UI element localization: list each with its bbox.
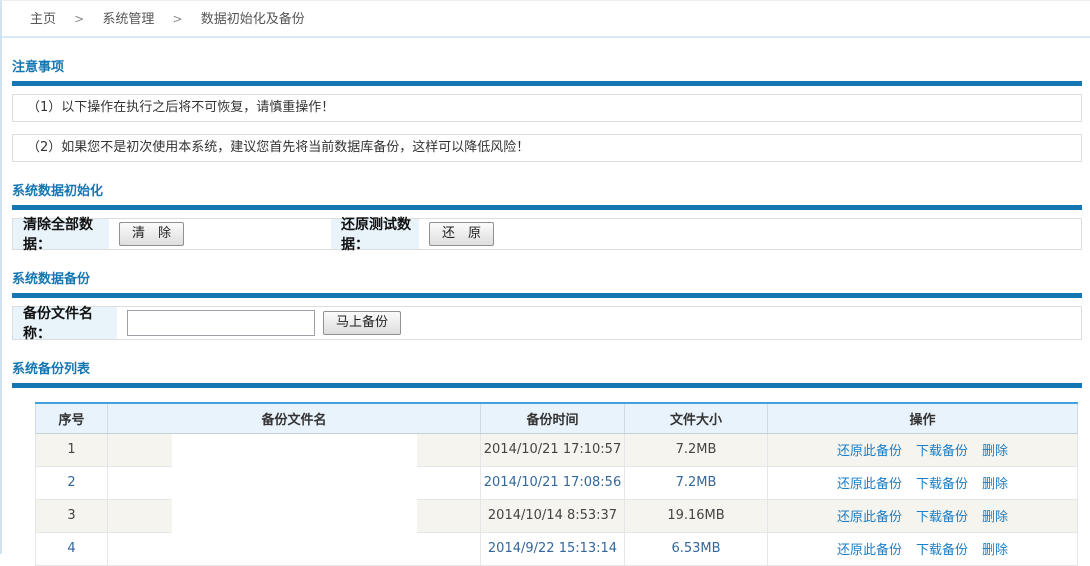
- content: 注意事项 （1）以下操作在执行之后将不可恢复，请慎重操作！ （2）如果您不是初次…: [2, 56, 1090, 566]
- cell-time: 2014/10/21 17:08:56: [481, 466, 625, 499]
- cell-size: 6.53MB: [625, 532, 768, 565]
- download-backup-link[interactable]: 下载备份: [916, 477, 968, 492]
- backup-now-button[interactable]: 马上备份: [323, 311, 401, 335]
- backup-list-section-divider: [12, 383, 1082, 388]
- cell-time: 2014/10/21 17:10:57: [481, 433, 625, 466]
- download-backup-link[interactable]: 下载备份: [916, 510, 968, 525]
- restore-backup-link[interactable]: 还原此备份: [837, 543, 902, 558]
- breadcrumb-home-link[interactable]: 主页: [30, 12, 56, 27]
- delete-backup-link[interactable]: 删除: [982, 510, 1008, 525]
- backup-section-title: 系统数据备份: [12, 268, 1082, 287]
- restore-backup-link[interactable]: 还原此备份: [837, 477, 902, 492]
- column-header-actions: 操作: [768, 403, 1078, 433]
- init-row: 清除全部数据： 清 除 还原测试数据： 还 原: [12, 218, 1082, 250]
- note-item-1: （1）以下操作在执行之后将不可恢复，请慎重操作！: [12, 94, 1082, 122]
- backup-section-divider: [12, 293, 1082, 298]
- restore-button-cell: 还 原: [419, 219, 1081, 249]
- column-header-size: 文件大小: [625, 403, 768, 433]
- delete-backup-link[interactable]: 删除: [982, 444, 1008, 459]
- cell-actions: 还原此备份下载备份删除: [768, 499, 1078, 532]
- column-header-time: 备份时间: [481, 403, 625, 433]
- cell-index: 2: [36, 466, 108, 499]
- cell-size: 19.16MB: [625, 499, 768, 532]
- init-section-title: 系统数据初始化: [12, 180, 1082, 199]
- column-header-index: 序号: [36, 403, 108, 433]
- backup-input-cell: 马上备份: [117, 307, 1081, 339]
- init-section-divider: [12, 205, 1082, 210]
- notes-section-divider: [12, 81, 1082, 86]
- cell-index: 1: [36, 433, 108, 466]
- clear-all-data-label: 清除全部数据：: [13, 219, 109, 249]
- table-header-row: 序号 备份文件名 备份时间 文件大小 操作: [36, 403, 1078, 433]
- backup-row: 备份文件名称： 马上备份: [12, 306, 1082, 340]
- download-backup-link[interactable]: 下载备份: [916, 444, 968, 459]
- breadcrumb: 主页 > 系统管理 > 数据初始化及备份: [2, 1, 1090, 38]
- backup-filename-label: 备份文件名称：: [13, 307, 117, 339]
- restore-test-data-label: 还原测试数据：: [331, 219, 419, 249]
- download-backup-link[interactable]: 下载备份: [916, 543, 968, 558]
- clear-button[interactable]: 清 除: [119, 222, 184, 246]
- note-item-2: （2）如果您不是初次使用本系统，建议您首先将当前数据库备份，这样可以降低风险！: [12, 134, 1082, 162]
- backup-filename-input[interactable]: [127, 310, 315, 336]
- breadcrumb-current-page: 数据初始化及备份: [201, 12, 305, 27]
- restore-button[interactable]: 还 原: [429, 222, 494, 246]
- cell-time: 2014/9/22 15:13:14: [481, 532, 625, 565]
- clear-button-cell: 清 除: [109, 219, 331, 249]
- notes-section-title: 注意事项: [12, 56, 1082, 75]
- cell-index: 4: [36, 532, 108, 565]
- restore-backup-link[interactable]: 还原此备份: [837, 444, 902, 459]
- cell-actions: 还原此备份下载备份删除: [768, 433, 1078, 466]
- redaction-overlay: [172, 434, 417, 564]
- breadcrumb-separator: >: [74, 12, 84, 26]
- backup-list-section-title: 系统备份列表: [12, 358, 1082, 377]
- cell-size: 7.2MB: [625, 433, 768, 466]
- cell-actions: 还原此备份下载备份删除: [768, 532, 1078, 565]
- cell-time: 2014/10/14 8:53:37: [481, 499, 625, 532]
- delete-backup-link[interactable]: 删除: [982, 543, 1008, 558]
- column-header-filename: 备份文件名: [108, 403, 481, 433]
- restore-backup-link[interactable]: 还原此备份: [837, 510, 902, 525]
- page: 主页 > 系统管理 > 数据初始化及备份 注意事项 （1）以下操作在执行之后将不…: [0, 0, 1090, 554]
- backup-table-wrap: 序号 备份文件名 备份时间 文件大小 操作 1 2014/10/21 17:10:…: [35, 402, 1077, 566]
- cell-size: 7.2MB: [625, 466, 768, 499]
- breadcrumb-system-admin-link[interactable]: 系统管理: [102, 12, 154, 27]
- breadcrumb-separator: >: [173, 12, 183, 26]
- cell-actions: 还原此备份下载备份删除: [768, 466, 1078, 499]
- cell-index: 3: [36, 499, 108, 532]
- delete-backup-link[interactable]: 删除: [982, 477, 1008, 492]
